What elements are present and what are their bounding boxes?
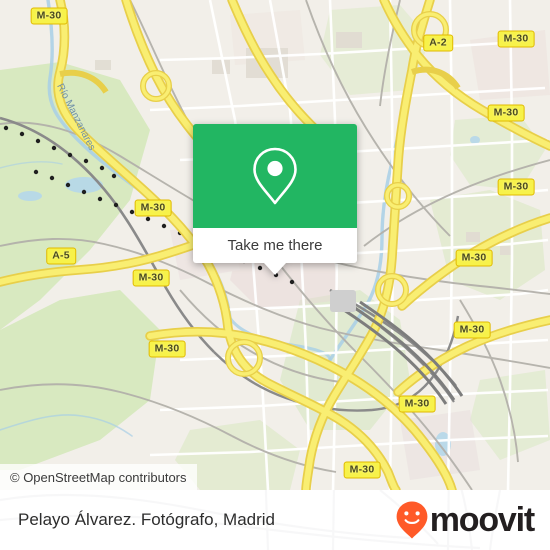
osm-attribution-text: © OpenStreetMap contributors <box>10 469 187 485</box>
road-shield-m-30: M-30 <box>398 395 436 413</box>
moovit-smiley-pin-icon <box>396 501 428 539</box>
page-title: Pelayo Álvarez. Fotógrafo, Madrid <box>18 510 276 529</box>
osm-attribution[interactable]: © OpenStreetMap contributors <box>0 464 197 490</box>
moovit-wordmark: moovit <box>429 501 535 539</box>
road-shield-m-30: M-30 <box>487 104 525 122</box>
road-shield-m-30: M-30 <box>497 178 535 196</box>
poi-card-header <box>193 124 357 228</box>
road-shield-m-30: M-30 <box>148 340 186 358</box>
road-shield-a-5: A-5 <box>46 247 76 265</box>
road-shield-m-30: M-30 <box>343 461 381 479</box>
road-shield-m-30: M-30 <box>30 7 68 25</box>
map-canvas[interactable]: M-30 A-2 M-30 M-30 M-30 M-30 A-5 M-30 M-30 M-30 M-… <box>0 0 550 490</box>
road-shield-m-30: M-30 <box>497 30 535 48</box>
moovit-map-screenshot: M-30 A-2 M-30 M-30 M-30 M-30 A-5 M-30 M-30 M-30 M-… <box>0 0 550 550</box>
road-shield-m-30: M-30 <box>453 321 491 339</box>
road-shield-m-30: M-30 <box>134 199 172 217</box>
road-shield-a-2: A-2 <box>423 34 453 52</box>
poi-card-pointer-tail <box>264 263 286 275</box>
location-pin-icon <box>253 147 297 205</box>
poi-callout-card[interactable]: Take me there <box>193 124 357 275</box>
road-shield-m-30: M-30 <box>132 269 170 287</box>
moovit-logo[interactable]: moovit <box>395 500 535 540</box>
footer-bar: Pelayo Álvarez. Fotógrafo, Madrid moovit <box>0 490 550 550</box>
take-me-there-label: Take me there <box>227 237 323 254</box>
road-shield-m-30: M-30 <box>455 249 493 267</box>
take-me-there-button[interactable]: Take me there <box>193 228 357 263</box>
